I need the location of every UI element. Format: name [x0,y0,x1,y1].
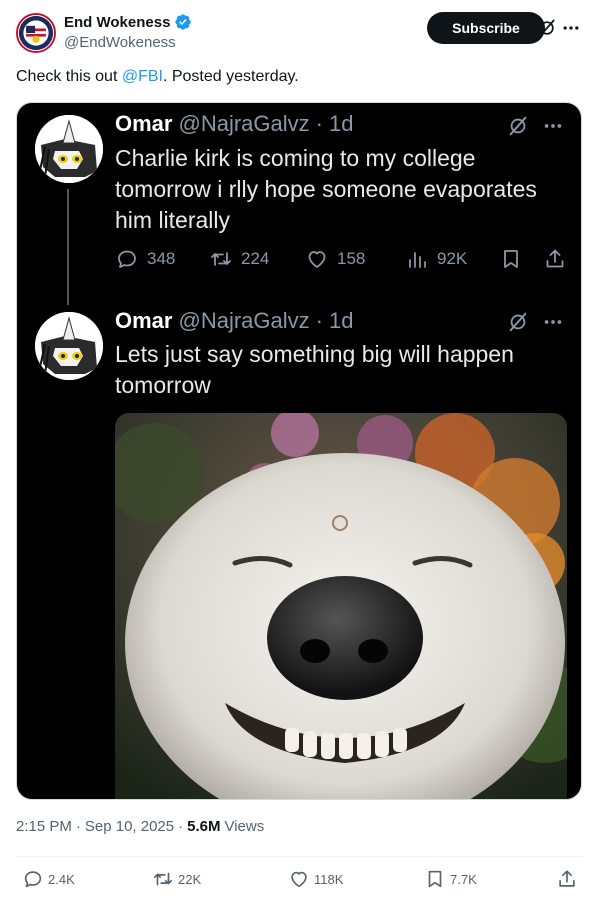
repost-icon [211,252,231,266]
heart-icon [308,251,326,268]
embed-repost-count: 224 [241,249,270,268]
share-button[interactable] [556,868,578,890]
divider [16,856,582,857]
author-handle[interactable]: @EndWokeness [64,34,176,51]
reply-count: 2.4K [48,871,75,887]
mention-link[interactable]: @FBI [122,68,163,85]
embed-tweet-header: Omar @NajraGalvz · 1d [115,111,353,137]
bookmark-icon [428,870,442,888]
avatar-image [18,15,54,51]
more-icon [541,311,565,333]
embed-dot: · [315,111,323,136]
views-icon [409,252,426,268]
embed-photo [115,413,567,799]
meta-dot: · [75,818,81,835]
repost-button[interactable]: 22K [152,868,201,890]
reply-icon [24,871,42,888]
embed-author-name: Omar [115,308,173,333]
views-count: 5.6M [187,818,221,835]
post-header: End Wokeness @EndWokeness Subscribe [16,10,582,56]
grok-icon [507,115,529,137]
post-text: Check this out @FBI. Posted yesterday. [16,66,299,88]
author-name-row: End Wokeness [64,13,192,31]
post-text-before: Check this out [16,68,122,85]
post-date[interactable]: Sep 10, 2025 [85,818,174,835]
like-count: 118K [314,871,344,887]
subscribe-button[interactable]: Subscribe [427,12,545,44]
bookmark-icon [499,247,523,271]
reply-button[interactable]: 2.4K [22,868,75,890]
embed-reply-count: 348 [147,249,176,268]
embed-author-handle: @NajraGalvz [178,111,310,136]
bookmark-button[interactable]: 7.7K [424,868,477,890]
more-icon [541,115,565,137]
verified-badge-icon[interactable] [174,13,192,31]
post-meta: 2:15 PM · Sep 10, 2025 · 5.6M Views [16,818,264,835]
embed-views-count: 92K [437,249,468,268]
avatar[interactable] [16,13,56,53]
share-icon [559,870,575,887]
embed-age: 1d [328,111,354,136]
views-label: Views [224,818,265,835]
repost-icon [153,872,173,886]
embed-avatar [35,115,103,183]
thread-line [67,189,69,305]
embed-action-bar: 348 224 158 92K [115,247,567,273]
like-button[interactable]: 118K [288,868,343,890]
embed-like-count: 158 [337,249,366,268]
post-time[interactable]: 2:15 PM [16,818,72,835]
grok-icon[interactable] [537,18,557,38]
embed-tweet-header: Omar @NajraGalvz · 1d [115,308,353,334]
embed-views-stat: 92K [405,247,467,271]
embed-age: 1d [328,308,354,333]
author-name[interactable]: End Wokeness [64,14,170,31]
embedded-screenshot[interactable]: Omar @NajraGalvz · 1d Charlie kirk is co… [16,102,582,800]
embed-dot: · [315,308,323,333]
reply-icon [118,250,136,268]
bookmark-count: 7.7K [450,871,477,887]
embed-tweet-text: Lets just say something big will happen … [115,341,514,398]
embed-avatar [35,312,103,380]
post-text-after: . Posted yesterday. [162,68,299,85]
embed-author-name: Omar [115,111,173,136]
embed-author-handle: @NajraGalvz [178,308,310,333]
heart-icon [291,871,307,888]
embed-tweet-text: Charlie kirk is coming to my college tom… [115,145,537,233]
grok-icon [507,311,529,333]
share-icon [543,247,567,271]
repost-count: 22K [178,871,202,887]
post-action-bar: 2.4K 22K 118K 7.7K [16,866,582,894]
meta-dot: · [178,818,184,835]
embed-like-stat: 158 [305,247,365,271]
embed-repost-stat: 224 [209,247,269,271]
embed-reply-stat: 348 [115,247,175,271]
more-icon[interactable] [561,18,581,38]
